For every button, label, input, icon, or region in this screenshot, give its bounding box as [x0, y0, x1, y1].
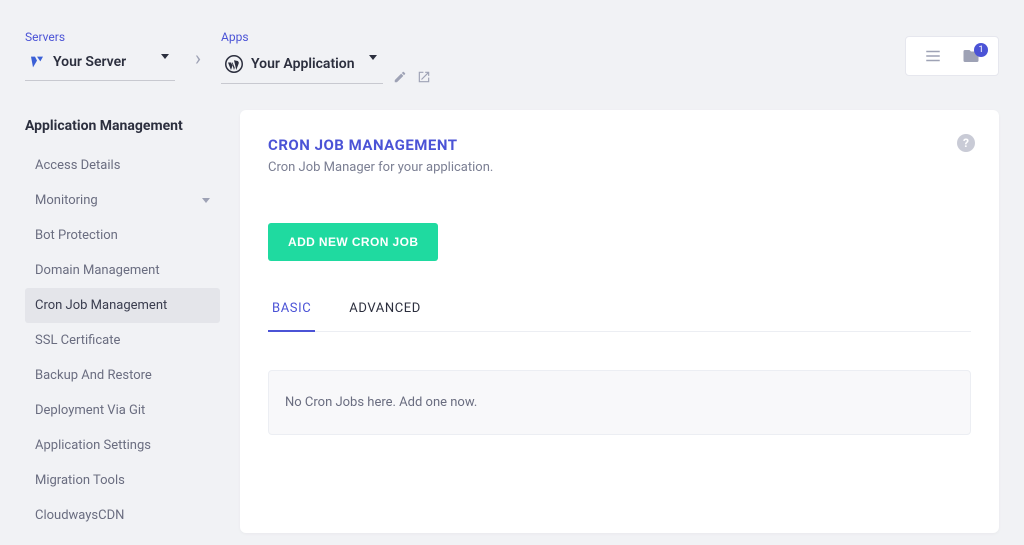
server-selector[interactable]: Your Server [25, 50, 175, 81]
sidebar-item-label: Access Details [35, 158, 120, 173]
add-cron-job-button[interactable]: ADD NEW CRON JOB [268, 223, 438, 261]
sidebar-item-label: Backup And Restore [35, 368, 152, 383]
chevron-down-icon [202, 198, 210, 203]
help-icon[interactable]: ? [957, 134, 975, 152]
main-area: Application Management Access Details Mo… [0, 94, 1024, 533]
sidebar-item-label: SSL Certificate [35, 333, 120, 348]
sidebar-item-label: Migration Tools [35, 473, 125, 488]
vultr-provider-icon [29, 54, 45, 70]
sidebar-item-label: Cron Job Management [35, 298, 167, 313]
tab-basic[interactable]: BASIC [268, 301, 315, 332]
sidebar: Application Management Access Details Mo… [25, 94, 220, 533]
sidebar-item-bot-protection[interactable]: Bot Protection [25, 218, 220, 253]
app-selector[interactable]: Your Application [221, 51, 383, 84]
sidebar-item-ssl-certificate[interactable]: SSL Certificate [25, 323, 220, 358]
breadcrumb-bar: Servers Your Server › Apps Your Applicat… [0, 0, 1024, 94]
content-card: ? CRON JOB MANAGEMENT Cron Job Manager f… [240, 110, 999, 533]
card-subtitle: Cron Job Manager for your application. [268, 160, 971, 175]
caret-down-icon [161, 54, 169, 59]
caret-down-icon [369, 55, 377, 60]
sidebar-item-cloudways-cdn[interactable]: CloudwaysCDN [25, 498, 220, 533]
apps-breadcrumb: Apps Your Application [221, 30, 431, 84]
breadcrumb-chevron-icon: › [195, 48, 201, 68]
sidebar-item-label: Deployment Via Git [35, 403, 145, 418]
top-right-toolbar: 1 [905, 36, 999, 76]
edit-app-icon[interactable] [393, 70, 407, 84]
servers-breadcrumb: Servers Your Server [25, 30, 175, 81]
empty-state-message: No Cron Jobs here. Add one now. [285, 395, 477, 410]
server-name: Your Server [53, 54, 126, 70]
sidebar-item-label: Application Settings [35, 438, 151, 453]
list-view-icon[interactable] [924, 47, 942, 65]
notification-badge: 1 [974, 43, 988, 57]
card-title: CRON JOB MANAGEMENT [268, 136, 971, 154]
tabs: BASIC ADVANCED [268, 301, 971, 332]
sidebar-item-label: Monitoring [35, 193, 98, 208]
sidebar-item-migration-tools[interactable]: Migration Tools [25, 463, 220, 498]
empty-state: No Cron Jobs here. Add one now. [268, 370, 971, 435]
sidebar-item-access-details[interactable]: Access Details [25, 148, 220, 183]
open-app-external-icon[interactable] [417, 70, 431, 84]
sidebar-item-label: CloudwaysCDN [35, 508, 124, 523]
sidebar-item-monitoring[interactable]: Monitoring [25, 183, 220, 218]
wordpress-icon [225, 55, 243, 73]
sidebar-item-application-settings[interactable]: Application Settings [25, 428, 220, 463]
sidebar-item-backup-restore[interactable]: Backup And Restore [25, 358, 220, 393]
sidebar-item-label: Bot Protection [35, 228, 118, 243]
sidebar-item-deployment-git[interactable]: Deployment Via Git [25, 393, 220, 428]
sidebar-item-domain-management[interactable]: Domain Management [25, 253, 220, 288]
servers-label: Servers [25, 30, 175, 44]
sidebar-title: Application Management [25, 118, 220, 134]
sidebar-item-cron-job-management[interactable]: Cron Job Management [25, 288, 220, 323]
apps-label: Apps [221, 30, 431, 44]
app-tools [393, 70, 431, 84]
folder-notifications-icon[interactable]: 1 [962, 47, 980, 65]
sidebar-item-label: Domain Management [35, 263, 160, 278]
app-name: Your Application [251, 56, 355, 72]
tab-advanced[interactable]: ADVANCED [345, 301, 425, 331]
